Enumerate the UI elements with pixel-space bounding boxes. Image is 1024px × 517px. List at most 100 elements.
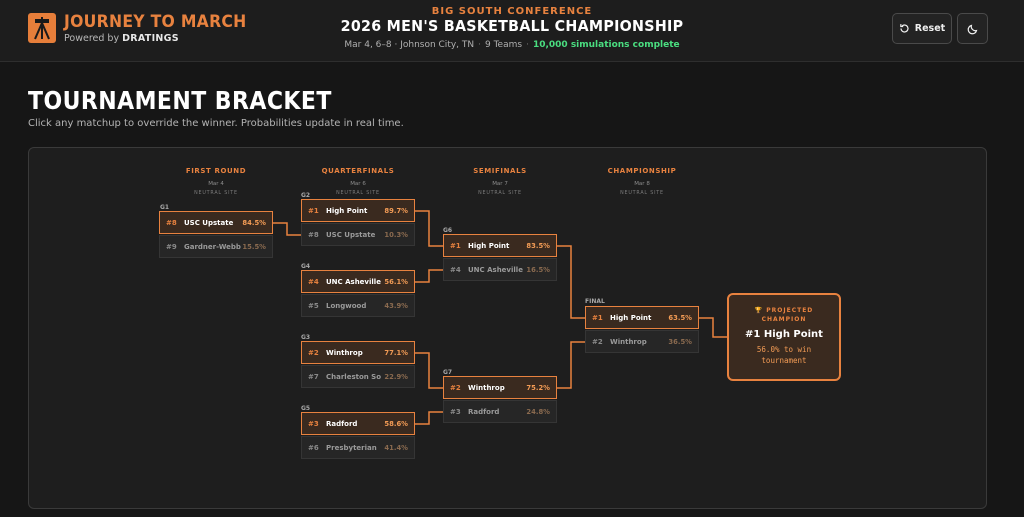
matchup-g2[interactable]: #1 High Point 89.7% #8 USC Upstate 10.3% <box>301 199 415 246</box>
team-row[interactable]: #9 Gardner-Webb 15.5% <box>159 235 273 258</box>
team-row-winner[interactable]: #3 Radford 58.6% <box>301 412 415 435</box>
win-probability: 56.1% <box>384 277 408 286</box>
team-name: USC Upstate <box>184 218 234 227</box>
team-seed: #1 <box>450 241 461 250</box>
round-date: Mar 8 <box>634 181 650 187</box>
team-row[interactable]: #6 Presbyterian 41.4% <box>301 436 415 459</box>
team-seed: #8 <box>308 230 319 239</box>
round-name: QUARTERFINALS <box>321 167 395 175</box>
team-name: High Point <box>610 313 652 322</box>
matchup-g6[interactable]: #1 High Point 83.5% #4 UNC Asheville 16.5% <box>443 234 557 281</box>
projected-label-line1: PROJECTED <box>766 307 814 314</box>
team-seed: #2 <box>592 337 603 346</box>
team-name: Longwood <box>326 301 367 310</box>
team-seed: #6 <box>308 443 319 452</box>
game-label-final: FINAL <box>585 298 605 305</box>
win-probability: 83.5% <box>526 241 550 250</box>
win-probability: 16.5% <box>526 265 550 274</box>
team-seed: #8 <box>166 218 177 227</box>
team-seed: #5 <box>308 301 319 310</box>
team-row-winner[interactable]: #2 Winthrop 75.2% <box>443 376 557 399</box>
team-seed: #3 <box>308 419 319 428</box>
team-name: USC Upstate <box>326 230 376 239</box>
team-row[interactable]: #2 Winthrop 36.5% <box>585 330 699 353</box>
projected-label-line2: CHAMPION <box>761 316 807 323</box>
round-name: SEMIFINALS <box>473 167 527 175</box>
matchup-final[interactable]: #1 High Point 63.5% #2 Winthrop 36.5% <box>585 306 699 353</box>
win-probability: 63.5% <box>668 313 692 322</box>
projected-champion-odds: 56.0% to win tournament <box>729 344 839 366</box>
team-name: UNC Asheville <box>326 277 381 286</box>
win-probability: 77.1% <box>384 348 408 357</box>
team-row[interactable]: #8 USC Upstate 10.3% <box>301 223 415 246</box>
team-name: Charleston So <box>326 372 382 381</box>
trophy-icon: 🏆 <box>754 307 764 314</box>
team-row[interactable]: #7 Charleston So 22.9% <box>301 365 415 388</box>
win-probability: 22.9% <box>384 372 408 381</box>
win-probability: 41.4% <box>384 443 408 452</box>
win-probability: 24.8% <box>526 407 550 416</box>
projected-champion-label: 🏆 PROJECTED CHAMPION <box>729 306 839 324</box>
team-seed: #3 <box>450 407 461 416</box>
round-date: Mar 7 <box>492 181 508 187</box>
team-seed: #2 <box>308 348 319 357</box>
team-name: Radford <box>326 419 358 428</box>
team-row[interactable]: #3 Radford 24.8% <box>443 400 557 423</box>
team-name: High Point <box>326 206 368 215</box>
team-seed: #2 <box>450 383 461 392</box>
round-site: NEUTRAL SITE <box>194 191 238 196</box>
projected-champion-card: 🏆 PROJECTED CHAMPION #1 High Point 56.0%… <box>727 293 841 381</box>
team-seed: #1 <box>592 313 603 322</box>
win-probability: 10.3% <box>384 230 408 239</box>
round-header-championship: CHAMPIONSHIP Mar 8 NEUTRAL SITE <box>577 167 707 196</box>
team-row-winner[interactable]: #1 High Point 89.7% <box>301 199 415 222</box>
matchup-g1[interactable]: #8 USC Upstate 84.5% #9 Gardner-Webb 15.5% <box>159 211 273 258</box>
game-label-g6: G6 <box>443 227 453 234</box>
team-seed: #9 <box>166 242 177 251</box>
matchup-g3[interactable]: #2 Winthrop 77.1% #7 Charleston So 22.9% <box>301 341 415 388</box>
team-name: Winthrop <box>610 337 647 346</box>
matchup-g7[interactable]: #2 Winthrop 75.2% #3 Radford 24.8% <box>443 376 557 423</box>
team-name: UNC Asheville <box>468 265 523 274</box>
team-row-winner[interactable]: #1 High Point 63.5% <box>585 306 699 329</box>
team-row-winner[interactable]: #4 UNC Asheville 56.1% <box>301 270 415 293</box>
game-label-g3: G3 <box>301 334 311 341</box>
team-name: Radford <box>468 407 500 416</box>
game-label-g7: G7 <box>443 369 453 376</box>
team-name: Winthrop <box>326 348 363 357</box>
win-probability: 36.5% <box>668 337 692 346</box>
projected-odds-line1: 56.0% to win <box>756 345 812 354</box>
team-row-winner[interactable]: #8 USC Upstate 84.5% <box>159 211 273 234</box>
team-row[interactable]: #4 UNC Asheville 16.5% <box>443 258 557 281</box>
round-header-quarterfinals: QUARTERFINALS Mar 6 NEUTRAL SITE <box>293 167 423 196</box>
game-label-g5: G5 <box>301 405 311 412</box>
round-site: NEUTRAL SITE <box>478 191 522 196</box>
team-seed: #1 <box>308 206 319 215</box>
win-probability: 84.5% <box>242 218 266 227</box>
win-probability: 75.2% <box>526 383 550 392</box>
win-probability: 15.5% <box>242 242 266 251</box>
team-name: Presbyterian <box>326 443 377 452</box>
round-name: CHAMPIONSHIP <box>607 167 677 175</box>
game-label-g2: G2 <box>301 192 311 199</box>
matchup-g5[interactable]: #3 Radford 58.6% #6 Presbyterian 41.4% <box>301 412 415 459</box>
team-seed: #4 <box>308 277 319 286</box>
game-label-g1: G1 <box>160 204 170 211</box>
projected-champion-team: #1 High Point <box>745 329 823 340</box>
round-header-first: FIRST ROUND Mar 4 NEUTRAL SITE <box>151 167 281 196</box>
team-row[interactable]: #5 Longwood 43.9% <box>301 294 415 317</box>
team-name: High Point <box>468 241 510 250</box>
round-date: Mar 6 <box>350 181 366 187</box>
matchup-g4[interactable]: #4 UNC Asheville 56.1% #5 Longwood 43.9% <box>301 270 415 317</box>
round-site: NEUTRAL SITE <box>336 191 380 196</box>
team-row-winner[interactable]: #2 Winthrop 77.1% <box>301 341 415 364</box>
win-probability: 89.7% <box>384 206 408 215</box>
team-name: Gardner-Webb <box>184 242 241 251</box>
round-name: FIRST ROUND <box>185 167 247 175</box>
team-name: Winthrop <box>468 383 505 392</box>
team-row-winner[interactable]: #1 High Point 83.5% <box>443 234 557 257</box>
round-header-semifinals: SEMIFINALS Mar 7 NEUTRAL SITE <box>435 167 565 196</box>
team-seed: #4 <box>450 265 461 274</box>
round-site: NEUTRAL SITE <box>620 191 664 196</box>
game-label-g4: G4 <box>301 263 311 270</box>
